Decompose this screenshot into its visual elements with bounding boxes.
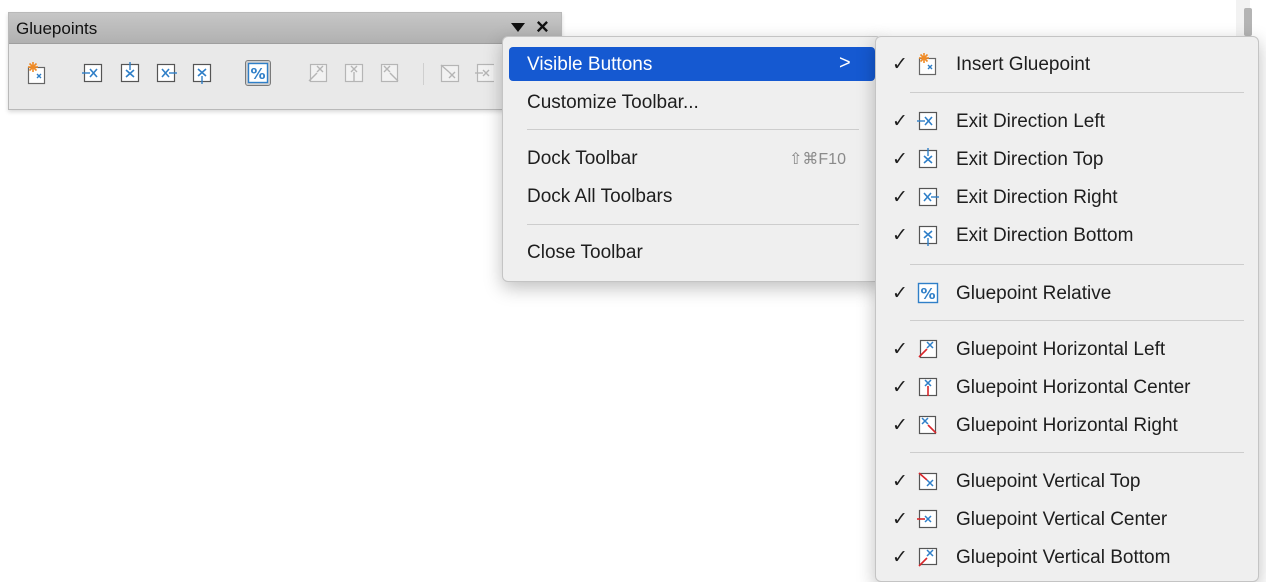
insert-gluepoint-icon[interactable] — [25, 61, 49, 85]
gluepoint-vertical-center-icon — [916, 507, 940, 531]
insert-gluepoint-icon — [916, 52, 940, 76]
submenu-item-exit-direction-right[interactable]: ✓ Exit Direction Right — [882, 180, 1252, 214]
submenu-item-gluepoint-horizontal-right[interactable]: ✓ Gluepoint Horizontal Right — [882, 408, 1252, 442]
gluepoint-vertical-top-icon — [916, 469, 940, 493]
gluepoint-vertical-center-icon[interactable] — [474, 61, 494, 85]
submenu-item-label: Gluepoint Horizontal Left — [956, 339, 1166, 360]
submenu-item-label: Exit Direction Left — [956, 111, 1105, 132]
submenu-item-label: Exit Direction Right — [956, 187, 1118, 208]
checkmark-icon: ✓ — [892, 509, 908, 530]
exit-direction-top-icon[interactable] — [118, 61, 142, 85]
submenu-arrow-icon: > — [839, 52, 851, 74]
menu-item-dock-toolbar[interactable]: Dock Toolbar ⇧⌘F10 — [509, 141, 875, 175]
checkmark-icon: ✓ — [892, 471, 908, 492]
submenu-item-gluepoint-horizontal-left[interactable]: ✓ Gluepoint Horizontal Left — [882, 332, 1252, 366]
menu-item-customize-toolbar[interactable]: Customize Toolbar... — [509, 85, 875, 119]
checkmark-icon: ✓ — [892, 225, 908, 246]
gluepoint-relative-icon: % — [916, 281, 940, 305]
submenu-item-label: Gluepoint Vertical Top — [956, 471, 1141, 492]
submenu-item-gluepoint-relative[interactable]: ✓ % Gluepoint Relative — [882, 276, 1252, 310]
checkmark-icon: ✓ — [892, 149, 908, 170]
menu-item-label: Dock Toolbar — [527, 148, 638, 169]
scrollbar-thumb[interactable] — [1244, 8, 1252, 36]
svg-text:%: % — [920, 285, 935, 303]
gluepoint-vertical-top-icon[interactable] — [438, 61, 462, 85]
exit-direction-bottom-icon — [916, 223, 940, 247]
toolbar-context-menu: Visible Buttons > Customize Toolbar... D… — [502, 36, 882, 282]
gluepoint-horizontal-right-icon — [916, 413, 940, 437]
checkmark-icon: ✓ — [892, 111, 908, 132]
gluepoint-horizontal-center-icon[interactable] — [342, 61, 366, 85]
submenu-item-exit-direction-top[interactable]: ✓ Exit Direction Top — [882, 142, 1252, 176]
menu-item-dock-all-toolbars[interactable]: Dock All Toolbars — [509, 179, 875, 213]
checkmark-icon: ✓ — [892, 377, 908, 398]
checkmark-icon: ✓ — [892, 339, 908, 360]
gluepoint-horizontal-left-icon[interactable] — [306, 61, 330, 85]
checkmark-icon: ✓ — [892, 54, 908, 75]
gluepoint-relative-icon[interactable]: % — [245, 60, 271, 86]
submenu-item-label: Gluepoint Vertical Center — [956, 509, 1168, 530]
toolbar-separator — [423, 63, 424, 85]
gluepoint-horizontal-center-icon — [916, 375, 940, 399]
submenu-item-gluepoint-horizontal-center[interactable]: ✓ Gluepoint Horizontal Center — [882, 370, 1252, 404]
gluepoint-vertical-bottom-icon — [916, 545, 940, 569]
menu-separator — [910, 452, 1244, 453]
submenu-item-exit-direction-bottom[interactable]: ✓ Exit Direction Bottom — [882, 218, 1252, 252]
menu-separator — [910, 264, 1244, 265]
menu-separator — [910, 92, 1244, 93]
menu-item-close-toolbar[interactable]: Close Toolbar — [509, 235, 875, 269]
menu-item-label: Close Toolbar — [527, 242, 643, 263]
submenu-item-label: Exit Direction Top — [956, 149, 1104, 170]
menu-separator — [527, 129, 859, 130]
checkmark-icon: ✓ — [892, 187, 908, 208]
menu-item-label: Customize Toolbar... — [527, 92, 699, 113]
checkmark-icon: ✓ — [892, 547, 908, 568]
exit-direction-bottom-icon[interactable] — [190, 61, 214, 85]
submenu-item-label: Exit Direction Bottom — [956, 225, 1134, 246]
exit-direction-left-icon — [916, 109, 940, 133]
gluepoint-horizontal-left-icon — [916, 337, 940, 361]
submenu-item-exit-direction-left[interactable]: ✓ Exit Direction Left — [882, 104, 1252, 138]
gluepoints-toolbar: Gluepoints × % — [8, 12, 562, 110]
menu-item-label: Dock All Toolbars — [527, 186, 673, 207]
submenu-item-label: Insert Gluepoint — [956, 54, 1091, 75]
submenu-item-gluepoint-vertical-center[interactable]: ✓ Gluepoint Vertical Center — [882, 502, 1252, 536]
checkmark-icon: ✓ — [892, 283, 908, 304]
exit-direction-right-icon — [916, 185, 940, 209]
menu-separator — [910, 320, 1244, 321]
visible-buttons-submenu: ✓ Insert Gluepoint ✓ Exit Direction Left… — [875, 36, 1259, 582]
submenu-item-label: Gluepoint Relative — [956, 283, 1112, 304]
menu-item-shortcut: ⇧⌘F10 — [789, 151, 846, 168]
submenu-item-gluepoint-vertical-bottom[interactable]: ✓ Gluepoint Vertical Bottom — [882, 540, 1252, 574]
exit-direction-left-icon[interactable] — [81, 61, 105, 85]
exit-direction-right-icon[interactable] — [154, 61, 178, 85]
menu-item-label: Visible Buttons — [527, 54, 653, 75]
menu-item-visible-buttons[interactable]: Visible Buttons > — [509, 47, 875, 81]
submenu-item-label: Gluepoint Vertical Bottom — [956, 547, 1171, 568]
svg-text:%: % — [250, 65, 265, 83]
gluepoint-horizontal-right-icon[interactable] — [378, 61, 402, 85]
checkmark-icon: ✓ — [892, 415, 908, 436]
submenu-item-label: Gluepoint Horizontal Center — [956, 377, 1191, 398]
menu-separator — [527, 224, 859, 225]
toolbar-options-dropdown-icon[interactable] — [511, 23, 525, 32]
submenu-item-label: Gluepoint Horizontal Right — [956, 415, 1178, 436]
submenu-item-insert-gluepoint[interactable]: ✓ Insert Gluepoint — [882, 47, 1252, 81]
toolbar-title: Gluepoints — [16, 19, 98, 38]
exit-direction-top-icon — [916, 147, 940, 171]
toolbar-titlebar[interactable]: Gluepoints × — [9, 13, 561, 44]
submenu-item-gluepoint-vertical-top[interactable]: ✓ Gluepoint Vertical Top — [882, 464, 1252, 498]
